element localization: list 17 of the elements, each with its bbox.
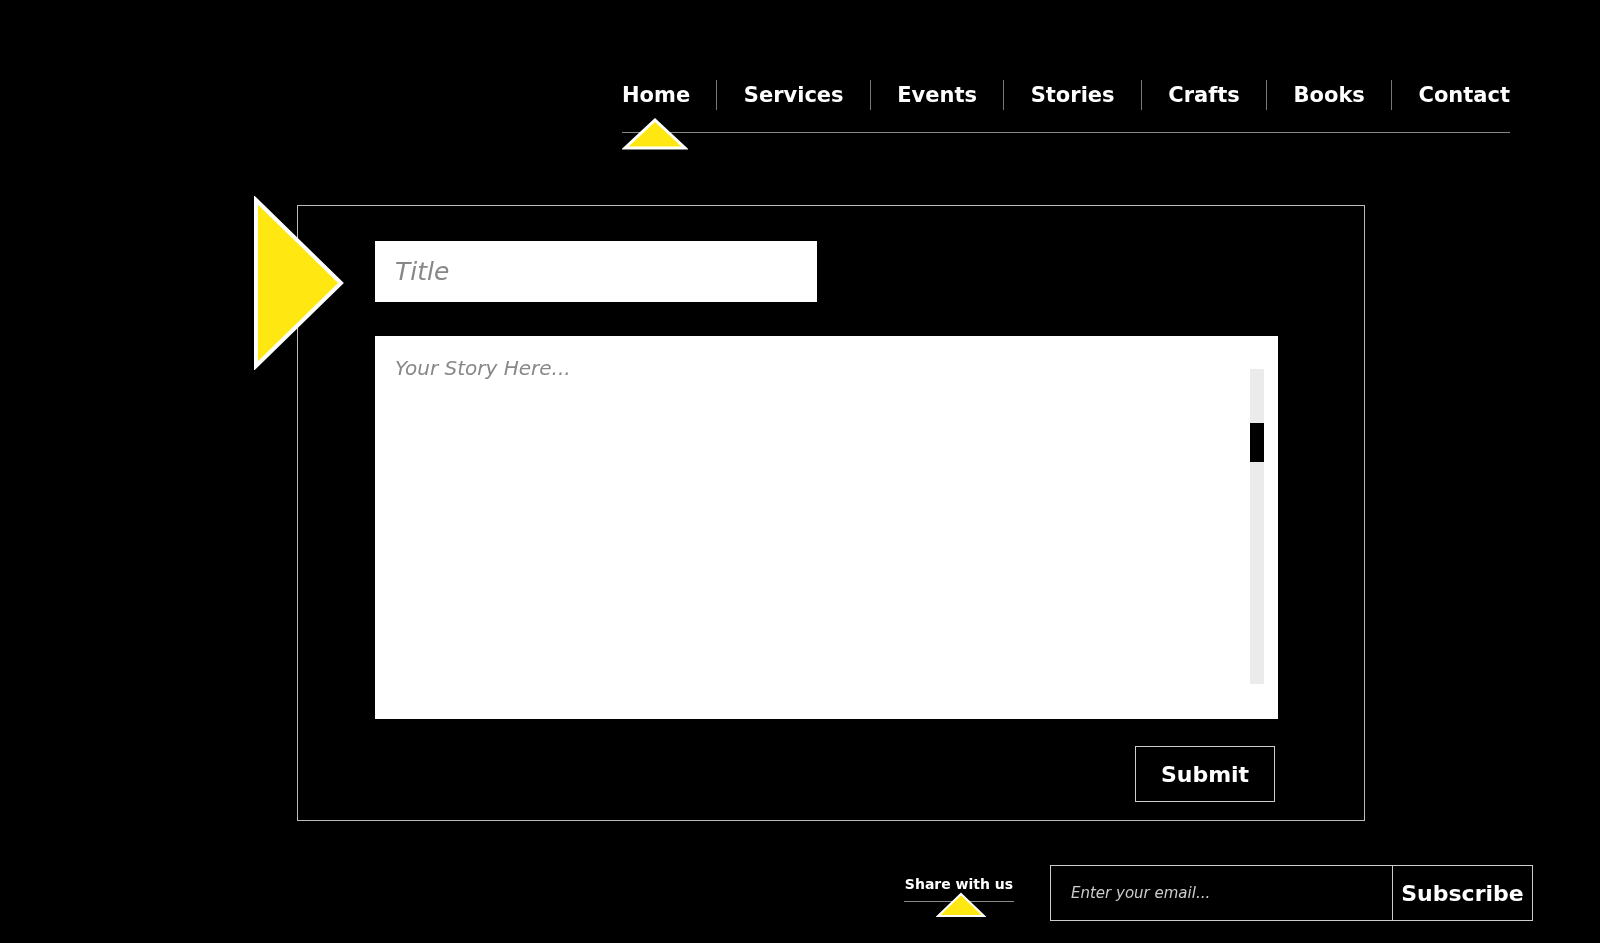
nav-link[interactable]: Events: [897, 83, 978, 107]
title-input-field[interactable]: Title: [375, 241, 817, 302]
nav-link[interactable]: Crafts: [1168, 83, 1240, 107]
triangle-decoration-icon: [253, 196, 345, 370]
email-input-field[interactable]: Enter your email...: [1050, 865, 1393, 921]
share-label: Share with us: [904, 876, 1014, 894]
nav-link[interactable]: Services: [743, 83, 844, 107]
subscribe-button[interactable]: Subscribe: [1393, 865, 1533, 921]
scrollbar[interactable]: [1250, 369, 1264, 684]
nav-link[interactable]: Home: [622, 83, 691, 107]
scrollbar-thumb[interactable]: [1250, 423, 1264, 462]
nav-link[interactable]: Contact: [1418, 83, 1510, 107]
triangle-decoration-icon: [936, 892, 986, 918]
submit-button[interactable]: Submit: [1135, 746, 1275, 802]
nav-link[interactable]: Stories: [1030, 83, 1115, 107]
nav-link[interactable]: Books: [1293, 83, 1365, 107]
story-text-area[interactable]: Your Story Here...: [375, 336, 1278, 719]
